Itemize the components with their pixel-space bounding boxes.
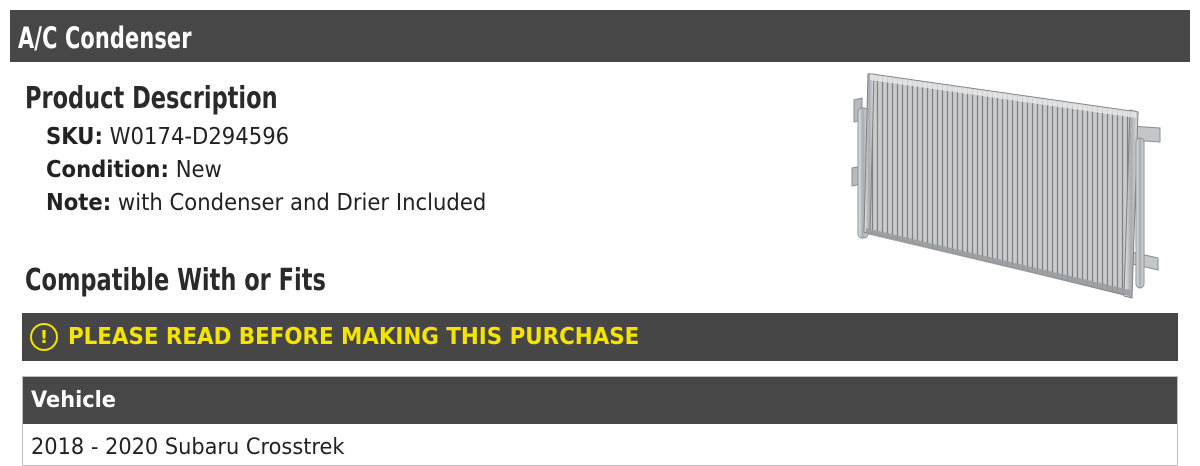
- note-line: Note: with Condenser and Drier Included: [46, 188, 486, 218]
- compatibility-table: Vehicle 2018 - 2020 Subaru Crosstrek: [22, 376, 1178, 466]
- title-bar: A/C Condenser: [10, 10, 1190, 62]
- table-row: 2018 - 2020 Subaru Crosstrek: [23, 424, 1177, 460]
- note-label: Note:: [46, 190, 112, 216]
- condition-label: Condition:: [46, 157, 169, 183]
- purchase-warning-banner: ! PLEASE READ BEFORE MAKING THIS PURCHAS…: [22, 313, 1178, 361]
- note-value: with Condenser and Drier Included: [117, 190, 487, 216]
- condition-value: New: [175, 157, 222, 183]
- table-header: Vehicle: [23, 377, 1177, 424]
- exclamation-circle-icon: !: [30, 323, 58, 351]
- product-description-heading: Product Description: [25, 81, 278, 116]
- product-image: [851, 73, 1161, 299]
- sku-value: W0174-D294596: [109, 124, 290, 150]
- page-title: A/C Condenser: [18, 21, 192, 55]
- sku-line: SKU: W0174-D294596: [46, 122, 289, 152]
- compatibility-heading: Compatible With or Fits: [25, 263, 326, 298]
- warning-text: PLEASE READ BEFORE MAKING THIS PURCHASE: [68, 324, 640, 350]
- sku-label: SKU:: [46, 124, 103, 150]
- vehicle-cell: 2018 - 2020 Subaru Crosstrek: [31, 435, 345, 460]
- condition-line: Condition: New: [46, 155, 222, 185]
- vehicle-column-header: Vehicle: [31, 388, 116, 413]
